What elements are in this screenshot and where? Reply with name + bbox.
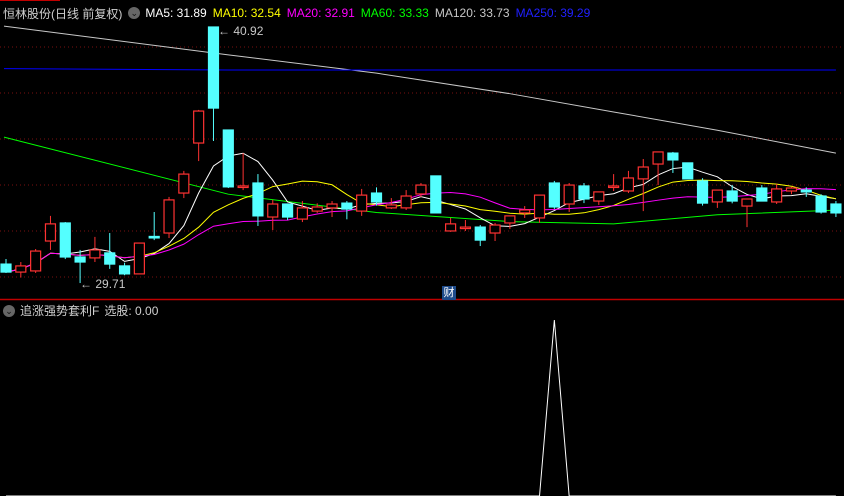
indicator-line	[6, 319, 836, 496]
candle-down	[104, 252, 116, 265]
ma250-line	[3, 68, 836, 71]
candle-up	[652, 151, 664, 165]
high-price-value: 40.92	[233, 24, 264, 38]
candle-down	[830, 203, 842, 214]
candle-up	[267, 203, 279, 218]
candle-up	[163, 199, 175, 234]
candle-down	[667, 152, 679, 161]
chart-header: 恒林股份(日线 前复权) ⌄ MA5: 31.89 MA10: 32.54 MA…	[0, 4, 596, 22]
candle-up	[771, 188, 783, 203]
candle-down	[74, 256, 86, 263]
indicator-header: ⌄ 追涨强势套利F 选股: 0.00	[0, 302, 163, 319]
ma120-label: MA120: 33.73	[434, 6, 510, 20]
indicator-name[interactable]: 追涨强势套利F	[20, 302, 99, 319]
candlestick-chart[interactable]	[0, 0, 844, 496]
ma5-label: MA5: 31.89	[145, 6, 207, 20]
candle-up	[504, 215, 516, 224]
candle-up	[296, 207, 308, 220]
candle-down	[0, 263, 12, 273]
candle-down	[548, 182, 560, 208]
low-price-label: ← 29.71	[80, 277, 126, 291]
indicator-value: 选股: 0.00	[104, 304, 159, 318]
candle-up	[622, 177, 635, 192]
candle-down	[474, 226, 486, 241]
candle-up	[385, 204, 397, 209]
candle-down	[370, 192, 383, 203]
stock-title[interactable]: 恒林股份(日线 前复权)	[3, 5, 122, 22]
candle-down	[726, 190, 738, 202]
ma60-label: MA60: 33.33	[360, 6, 429, 20]
candle-up	[711, 189, 723, 203]
candle-up	[533, 194, 546, 219]
candle-up	[563, 184, 575, 205]
candle-up	[785, 187, 798, 192]
candle-down	[222, 129, 234, 188]
ma20-label: MA20: 32.91	[286, 6, 355, 20]
candle-down	[118, 265, 131, 275]
candle-up	[133, 242, 145, 275]
candle-down	[696, 180, 709, 204]
candle-down	[207, 26, 220, 109]
high-price-label: ← 40.92	[218, 24, 264, 38]
candle-down	[59, 222, 71, 258]
candle-down	[800, 189, 812, 193]
candle-up	[193, 110, 205, 144]
candle-up	[178, 173, 190, 194]
candle-up	[89, 249, 101, 259]
candle-up	[30, 250, 42, 272]
ma20-line	[5, 188, 836, 273]
candle-down	[682, 162, 694, 180]
finance-badge[interactable]: 财	[442, 286, 456, 300]
candle-down	[252, 182, 264, 217]
candle-down	[578, 185, 590, 200]
candle-up	[741, 198, 753, 207]
candle-up	[15, 265, 27, 273]
ma10-label: MA10: 32.54	[212, 6, 281, 20]
candle-down	[430, 175, 442, 214]
candle-up	[311, 206, 323, 212]
candle-down	[148, 235, 160, 239]
chevron-down-icon[interactable]: ⌄	[128, 7, 141, 19]
candle-up	[445, 223, 457, 232]
chevron-down-icon[interactable]: ⌄	[3, 304, 15, 317]
candle-up	[608, 185, 620, 189]
candle-down	[341, 202, 353, 210]
candle-up	[326, 203, 338, 209]
candle-up	[400, 195, 412, 209]
candle-down	[281, 203, 294, 218]
ma250-label: MA250: 39.29	[515, 6, 591, 20]
candle-up	[489, 224, 501, 234]
ma5-line	[5, 152, 836, 273]
candle-up	[237, 185, 249, 189]
candle-up	[459, 226, 472, 230]
candle-up	[44, 223, 57, 242]
candle-down	[815, 195, 827, 213]
candle-up	[593, 191, 605, 202]
low-price-value: 29.71	[95, 277, 126, 291]
candle-up	[415, 184, 427, 195]
candle-up	[356, 194, 368, 212]
candle-up	[637, 166, 649, 180]
candle-up	[519, 209, 531, 214]
ma120-line	[3, 25, 837, 154]
candle-down	[756, 187, 768, 202]
